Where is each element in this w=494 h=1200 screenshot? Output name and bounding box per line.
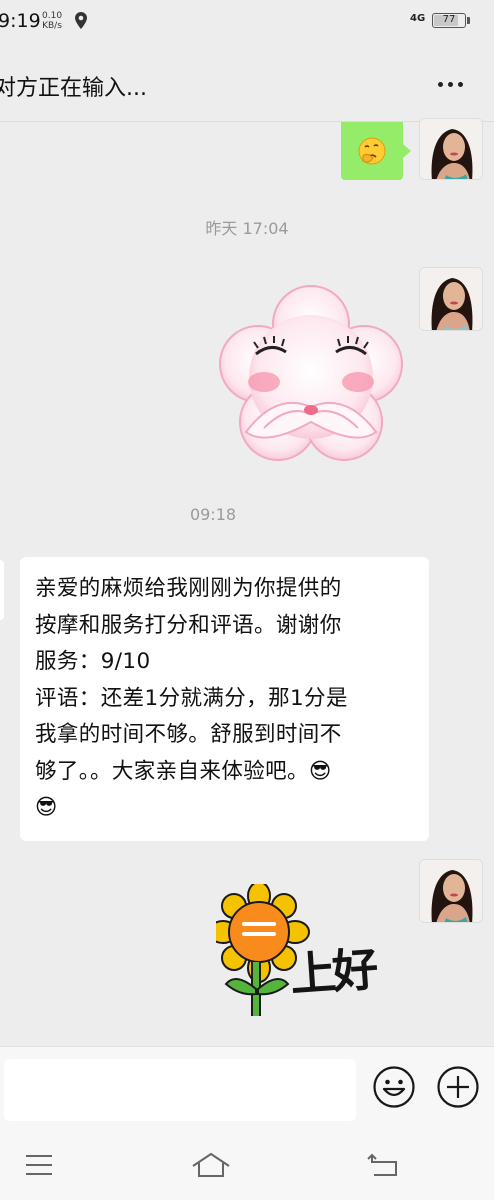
timestamp: 昨天 17:04: [205, 219, 289, 238]
avatar[interactable]: [419, 267, 483, 331]
sent-message-bubble[interactable]: [341, 122, 411, 180]
chat-header: 对方正在输入...: [0, 44, 494, 122]
home-icon[interactable]: [191, 1150, 231, 1180]
message-line: 评语：还差1分就满分，那1分是: [35, 685, 348, 711]
avatar[interactable]: [419, 859, 483, 923]
status-time: 9:19: [0, 10, 41, 32]
battery-text: 77: [442, 14, 456, 25]
input-bar: [0, 1046, 494, 1128]
smiley-icon[interactable]: [372, 1065, 416, 1109]
dot: [457, 81, 463, 87]
message-line: 服务：9/10: [35, 649, 151, 674]
sunflower-greeting-sticker[interactable]: 上好: [216, 884, 406, 1024]
network-speed: 0.10 KB/s: [42, 11, 62, 31]
avatar-photo: [420, 119, 482, 179]
battery-tip: [467, 17, 470, 24]
network-speed-unit: KB/s: [42, 21, 62, 31]
received-message-bubble[interactable]: 亲爱的麻烦给我刚刚为你提供的 按摩和服务打分和评语。谢谢你 服务：9/10 评语…: [20, 557, 429, 841]
message-line: 我拿的时间不够。舒服到时间不: [35, 722, 342, 747]
avatar-photo: [420, 268, 482, 330]
location-icon: [75, 12, 87, 29]
message-line: 😎: [35, 795, 58, 820]
sticker-text: 上好: [288, 942, 376, 1002]
back-icon[interactable]: [364, 1150, 404, 1180]
message-input[interactable]: [4, 1059, 356, 1121]
chat-title: 对方正在输入...: [0, 76, 147, 101]
message-line: 亲爱的麻烦给我刚刚为你提供的: [35, 576, 342, 601]
menu-icon[interactable]: [20, 1150, 60, 1180]
status-bar: 9:19 0.10 KB/s 4G 77: [0, 0, 494, 44]
received-avatar-edge: [0, 560, 4, 620]
pink-flower-shy-sticker[interactable]: [216, 282, 406, 472]
thinking-face-emoji-icon: [358, 137, 386, 165]
dot: [437, 81, 443, 87]
plus-icon[interactable]: [436, 1065, 480, 1109]
battery-icon: 77: [432, 13, 466, 28]
avatar-photo: [420, 860, 482, 922]
network-type: 4G: [410, 13, 426, 24]
message-line: 按摩和服务打分和评语。谢谢你: [35, 612, 342, 638]
avatar[interactable]: [419, 118, 483, 180]
timestamp: 09:18: [189, 505, 237, 524]
more-dots-icon[interactable]: [430, 66, 470, 102]
message-line: 够了。。大家亲自来体验吧。😎: [35, 758, 332, 784]
dot: [447, 81, 453, 87]
system-nav-bar: [0, 1128, 494, 1200]
network-speed-value: 0.10: [42, 11, 63, 21]
